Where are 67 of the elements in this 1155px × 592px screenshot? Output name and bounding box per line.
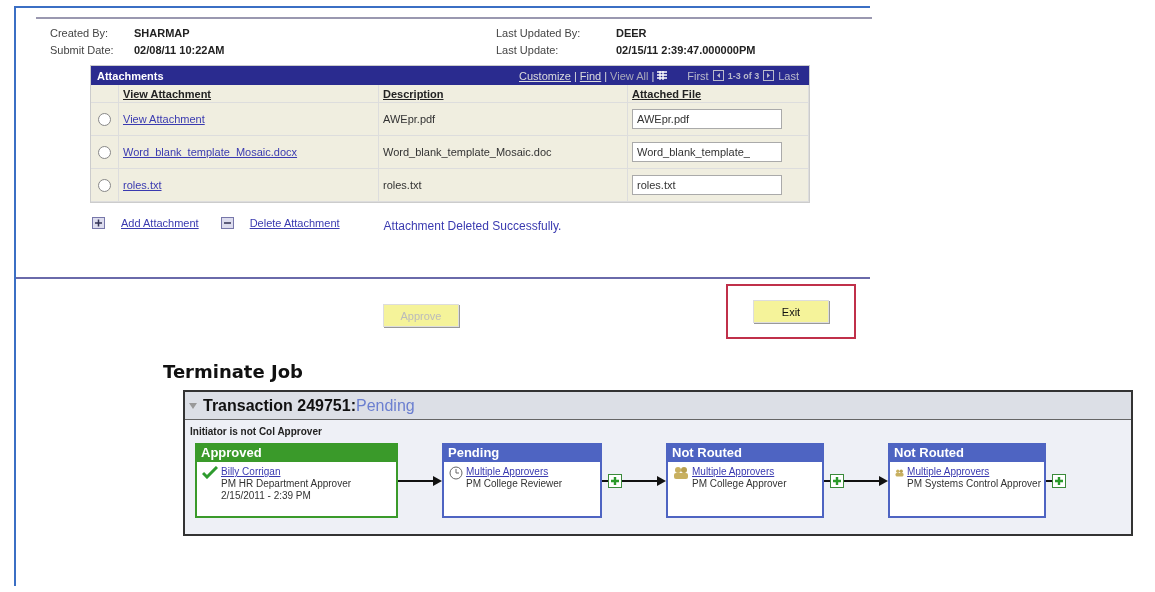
approver-link[interactable]: Multiple Approvers — [466, 466, 563, 478]
arrow-icon — [622, 475, 666, 486]
first-link[interactable]: First — [687, 69, 709, 82]
approval-date: 2/15/2011 - 2:39 PM — [221, 490, 312, 502]
approver-role: PM College Reviewer — [466, 478, 563, 490]
check-icon — [202, 466, 218, 479]
grid-tool-link[interactable]: Find — [579, 69, 602, 82]
approver-link[interactable]: Multiple Approvers — [692, 466, 787, 478]
column-header[interactable]: View Attachment — [123, 87, 212, 100]
section-title: Terminate Job — [163, 361, 304, 382]
clock-icon — [449, 466, 463, 480]
table-cell: AWEpr.pdf — [383, 113, 436, 125]
approver-role: PM College Approver — [692, 478, 787, 490]
attachment-link[interactable]: View Attachment — [123, 113, 205, 125]
approver-link[interactable]: Multiple Approvers — [907, 466, 1041, 478]
field-value: 02/15/11 2:39:47.000000PM — [616, 44, 757, 56]
routing-note: Initiator is not Col Approver — [190, 426, 323, 437]
attached-file-field[interactable]: roles.txt — [632, 175, 782, 195]
grid-tool-link[interactable]: View All — [610, 69, 649, 82]
table-cell: Word_blank_template_Mosaic.doc — [383, 146, 552, 158]
arrow-icon — [844, 475, 888, 486]
separator: | — [604, 69, 608, 82]
attachment-action-link[interactable]: Delete Attachment — [249, 217, 340, 229]
table-cell: roles.txt — [383, 179, 422, 191]
next-icon[interactable] — [763, 70, 775, 81]
separator: | — [574, 69, 577, 82]
action-button[interactable]: Exit — [753, 300, 829, 323]
field-label: Created By: — [50, 27, 110, 39]
add-step-icon[interactable] — [1046, 473, 1066, 488]
step-status: Pending — [444, 445, 600, 462]
attachment-link[interactable]: roles.txt — [123, 179, 162, 191]
arrow-icon — [398, 475, 442, 486]
row-radio[interactable] — [98, 112, 111, 126]
add-step-icon[interactable] — [602, 473, 622, 488]
column-header[interactable]: Description — [383, 87, 444, 100]
attached-file-field[interactable]: Word_blank_template_ — [632, 142, 782, 162]
field-label: Last Update: — [496, 44, 560, 56]
row-radio[interactable] — [98, 178, 111, 192]
approver-role: PM HR Department Approver — [221, 478, 352, 490]
remove-icon[interactable] — [220, 217, 234, 229]
field-label: Submit Date: — [50, 44, 115, 56]
separator: | — [651, 69, 655, 82]
field-value: SHARMAP — [134, 27, 191, 39]
transaction-title: Transaction 249751:Pending — [203, 396, 415, 415]
step-status: Approved — [197, 445, 396, 462]
row-radio[interactable] — [98, 145, 111, 159]
field-label: Last Updated By: — [496, 27, 582, 39]
add-icon[interactable] — [92, 217, 105, 229]
row-range: 1-3 of 3 — [727, 70, 760, 81]
people-icon — [673, 466, 689, 480]
approver-link[interactable]: Billy Corrigan — [221, 466, 352, 478]
field-value: DEER — [616, 27, 648, 39]
column-header[interactable]: Attached File — [632, 87, 702, 100]
approver-role: PM Systems Control Approver — [907, 478, 1041, 490]
attached-file-field[interactable]: AWEpr.pdf — [632, 109, 782, 129]
grid-view-icon[interactable] — [657, 71, 668, 80]
previous-icon[interactable] — [712, 70, 724, 81]
last-link[interactable]: Last — [778, 69, 799, 82]
attachment-link[interactable]: Word_blank_template_Mosaic.docx — [123, 146, 298, 158]
grid-tool-link[interactable]: Customize — [519, 69, 571, 82]
status-message: Attachment Deleted Successfully. — [383, 219, 562, 233]
add-step-icon[interactable] — [824, 473, 844, 488]
grid-title: Attachments — [97, 69, 165, 82]
step-status: Not Routed — [668, 445, 822, 462]
field-value: 02/08/11 10:22AM — [134, 44, 226, 56]
attachment-action-link[interactable]: Add Attachment — [121, 217, 199, 229]
step-status: Not Routed — [890, 445, 1044, 462]
